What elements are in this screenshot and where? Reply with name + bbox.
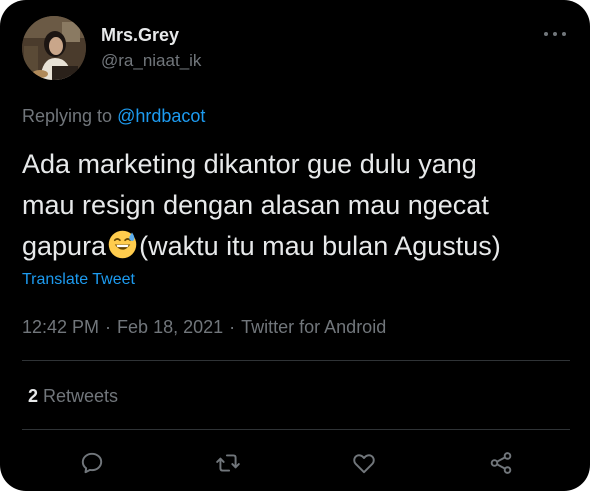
more-options-icon[interactable] bbox=[542, 24, 568, 42]
user-handle[interactable]: @ra_niaat_ik bbox=[101, 50, 201, 72]
tweet-date[interactable]: Feb 18, 2021 bbox=[117, 317, 223, 337]
retweets-label: Retweets bbox=[43, 386, 119, 406]
retweets-stat[interactable]: 2 Retweets bbox=[28, 385, 118, 407]
retweets-count: 2 bbox=[28, 386, 39, 406]
tweet-text: Ada marketing dikantor gue dulu yang mau… bbox=[22, 144, 582, 267]
tweet-text-line: gapura (waktu itu mau bulan Agustus) bbox=[22, 226, 582, 267]
tweet-card: Mrs.Grey @ra_niaat_ik Replying to @hrdba… bbox=[0, 0, 590, 491]
tweet-text-line: Ada marketing dikantor gue dulu yang bbox=[22, 149, 477, 179]
reply-icon[interactable] bbox=[77, 448, 107, 478]
tweet-text-segment: gapura bbox=[22, 231, 107, 261]
share-icon[interactable] bbox=[486, 448, 516, 478]
tweet-text-line: mau resign dengan alasan mau ngecat bbox=[22, 190, 489, 220]
tweet-time[interactable]: 12:42 PM bbox=[22, 317, 99, 337]
avatar-photo-icon bbox=[22, 16, 86, 80]
replying-to-label: Replying to bbox=[22, 106, 113, 126]
display-name[interactable]: Mrs.Grey bbox=[101, 24, 179, 46]
tweet-text-segment: (waktu itu mau bulan Agustus) bbox=[139, 231, 501, 261]
retweet-icon[interactable] bbox=[213, 448, 243, 478]
like-icon[interactable] bbox=[349, 448, 379, 478]
avatar[interactable] bbox=[22, 16, 86, 80]
translate-tweet-link[interactable]: Translate Tweet bbox=[22, 270, 135, 290]
reply-mention-link[interactable]: @hrdbacot bbox=[117, 106, 205, 126]
divider bbox=[22, 429, 570, 430]
tweet-meta: 12:42 PM · Feb 18, 2021 · Twitter for Androi… bbox=[22, 316, 386, 338]
meta-separator: · bbox=[229, 317, 236, 337]
meta-separator: · bbox=[105, 317, 112, 337]
divider bbox=[22, 360, 570, 361]
replying-to: Replying to @hrdbacot bbox=[22, 105, 205, 127]
tweet-source[interactable]: Twitter for Android bbox=[241, 317, 386, 337]
grinning-face-with-sweat-icon bbox=[108, 230, 137, 259]
